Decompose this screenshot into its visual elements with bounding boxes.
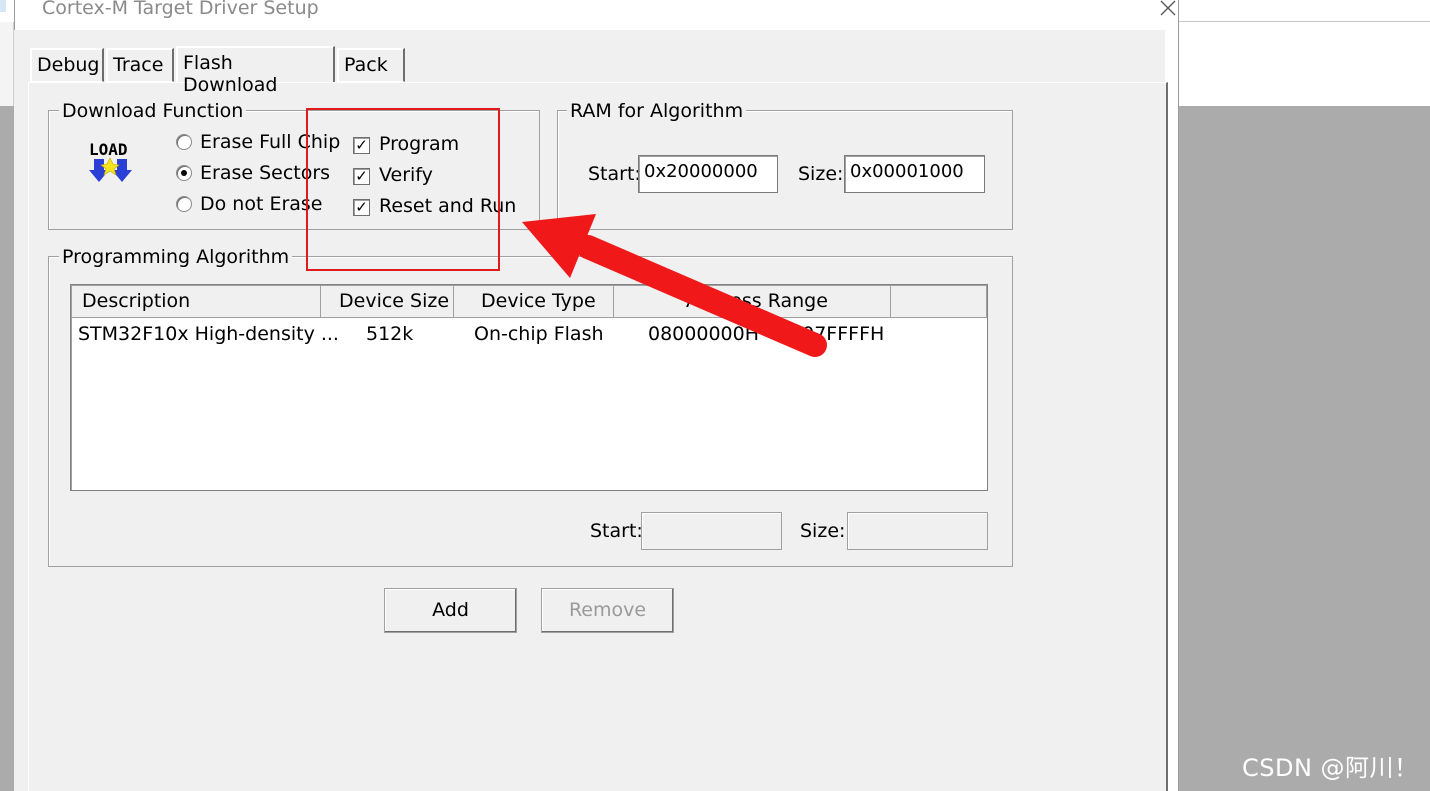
background-divider <box>1178 21 1430 22</box>
programming-algorithm-label: Programming Algorithm <box>59 246 293 268</box>
close-icon[interactable] <box>1158 0 1178 18</box>
download-function-label: Download Function <box>59 100 247 122</box>
background-corner <box>0 0 6 12</box>
watermark: CSDN @阿川！ <box>1242 754 1419 782</box>
background-right-panel <box>1179 106 1430 791</box>
load-icon: LOAD <box>89 140 132 182</box>
column-header-device-type[interactable]: Device Type <box>454 286 614 318</box>
column-header-device-size[interactable]: Device Size <box>321 286 454 318</box>
radio-do-not-erase-label: Do not Erase <box>200 193 323 215</box>
tab-trace[interactable]: Trace <box>106 48 174 82</box>
radio-do-not-erase[interactable] <box>176 196 192 212</box>
ram-for-algorithm-label: RAM for Algorithm <box>567 100 747 122</box>
algorithm-size-label: Size: <box>800 520 846 542</box>
annotation-highlight-box <box>306 108 500 271</box>
algorithm-start-input[interactable] <box>641 512 782 550</box>
row-1-device-type[interactable]: On-chip Flash <box>474 323 604 345</box>
algorithm-size-input[interactable] <box>847 512 988 550</box>
row-1-description[interactable]: STM32F10x High-density ... <box>78 323 339 345</box>
row-1-address-range[interactable]: 08000000H - 0807FFFFH <box>648 323 884 345</box>
radio-erase-full-chip[interactable] <box>176 134 192 150</box>
tab-pack[interactable]: Pack <box>337 48 405 82</box>
algorithm-start-label: Start: <box>590 520 643 542</box>
background-left-panel <box>0 106 14 791</box>
column-header-description[interactable]: Description <box>72 286 321 318</box>
ram-size-input[interactable]: 0x00001000 <box>844 155 985 193</box>
row-1-device-size[interactable]: 512k <box>366 323 413 345</box>
algorithm-list[interactable]: Description Device Size Device Type Addr… <box>70 284 988 491</box>
remove-button[interactable]: Remove <box>541 588 674 633</box>
svg-text:LOAD: LOAD <box>89 140 128 159</box>
background-left-strip <box>0 22 14 106</box>
radio-erase-sectors[interactable] <box>176 165 192 181</box>
tab-flash-download[interactable]: Flash Download <box>176 46 335 96</box>
ram-start-input[interactable]: 0x20000000 <box>638 155 778 193</box>
ram-size-label: Size: <box>798 163 844 185</box>
dialog-title: Cortex-M Target Driver Setup <box>42 0 319 19</box>
column-header-address-range[interactable]: Address Range <box>614 286 891 318</box>
ram-start-label: Start: <box>588 163 641 185</box>
add-button[interactable]: Add <box>384 588 517 633</box>
tab-debug[interactable]: Debug <box>30 48 104 82</box>
column-header-empty <box>891 286 987 318</box>
